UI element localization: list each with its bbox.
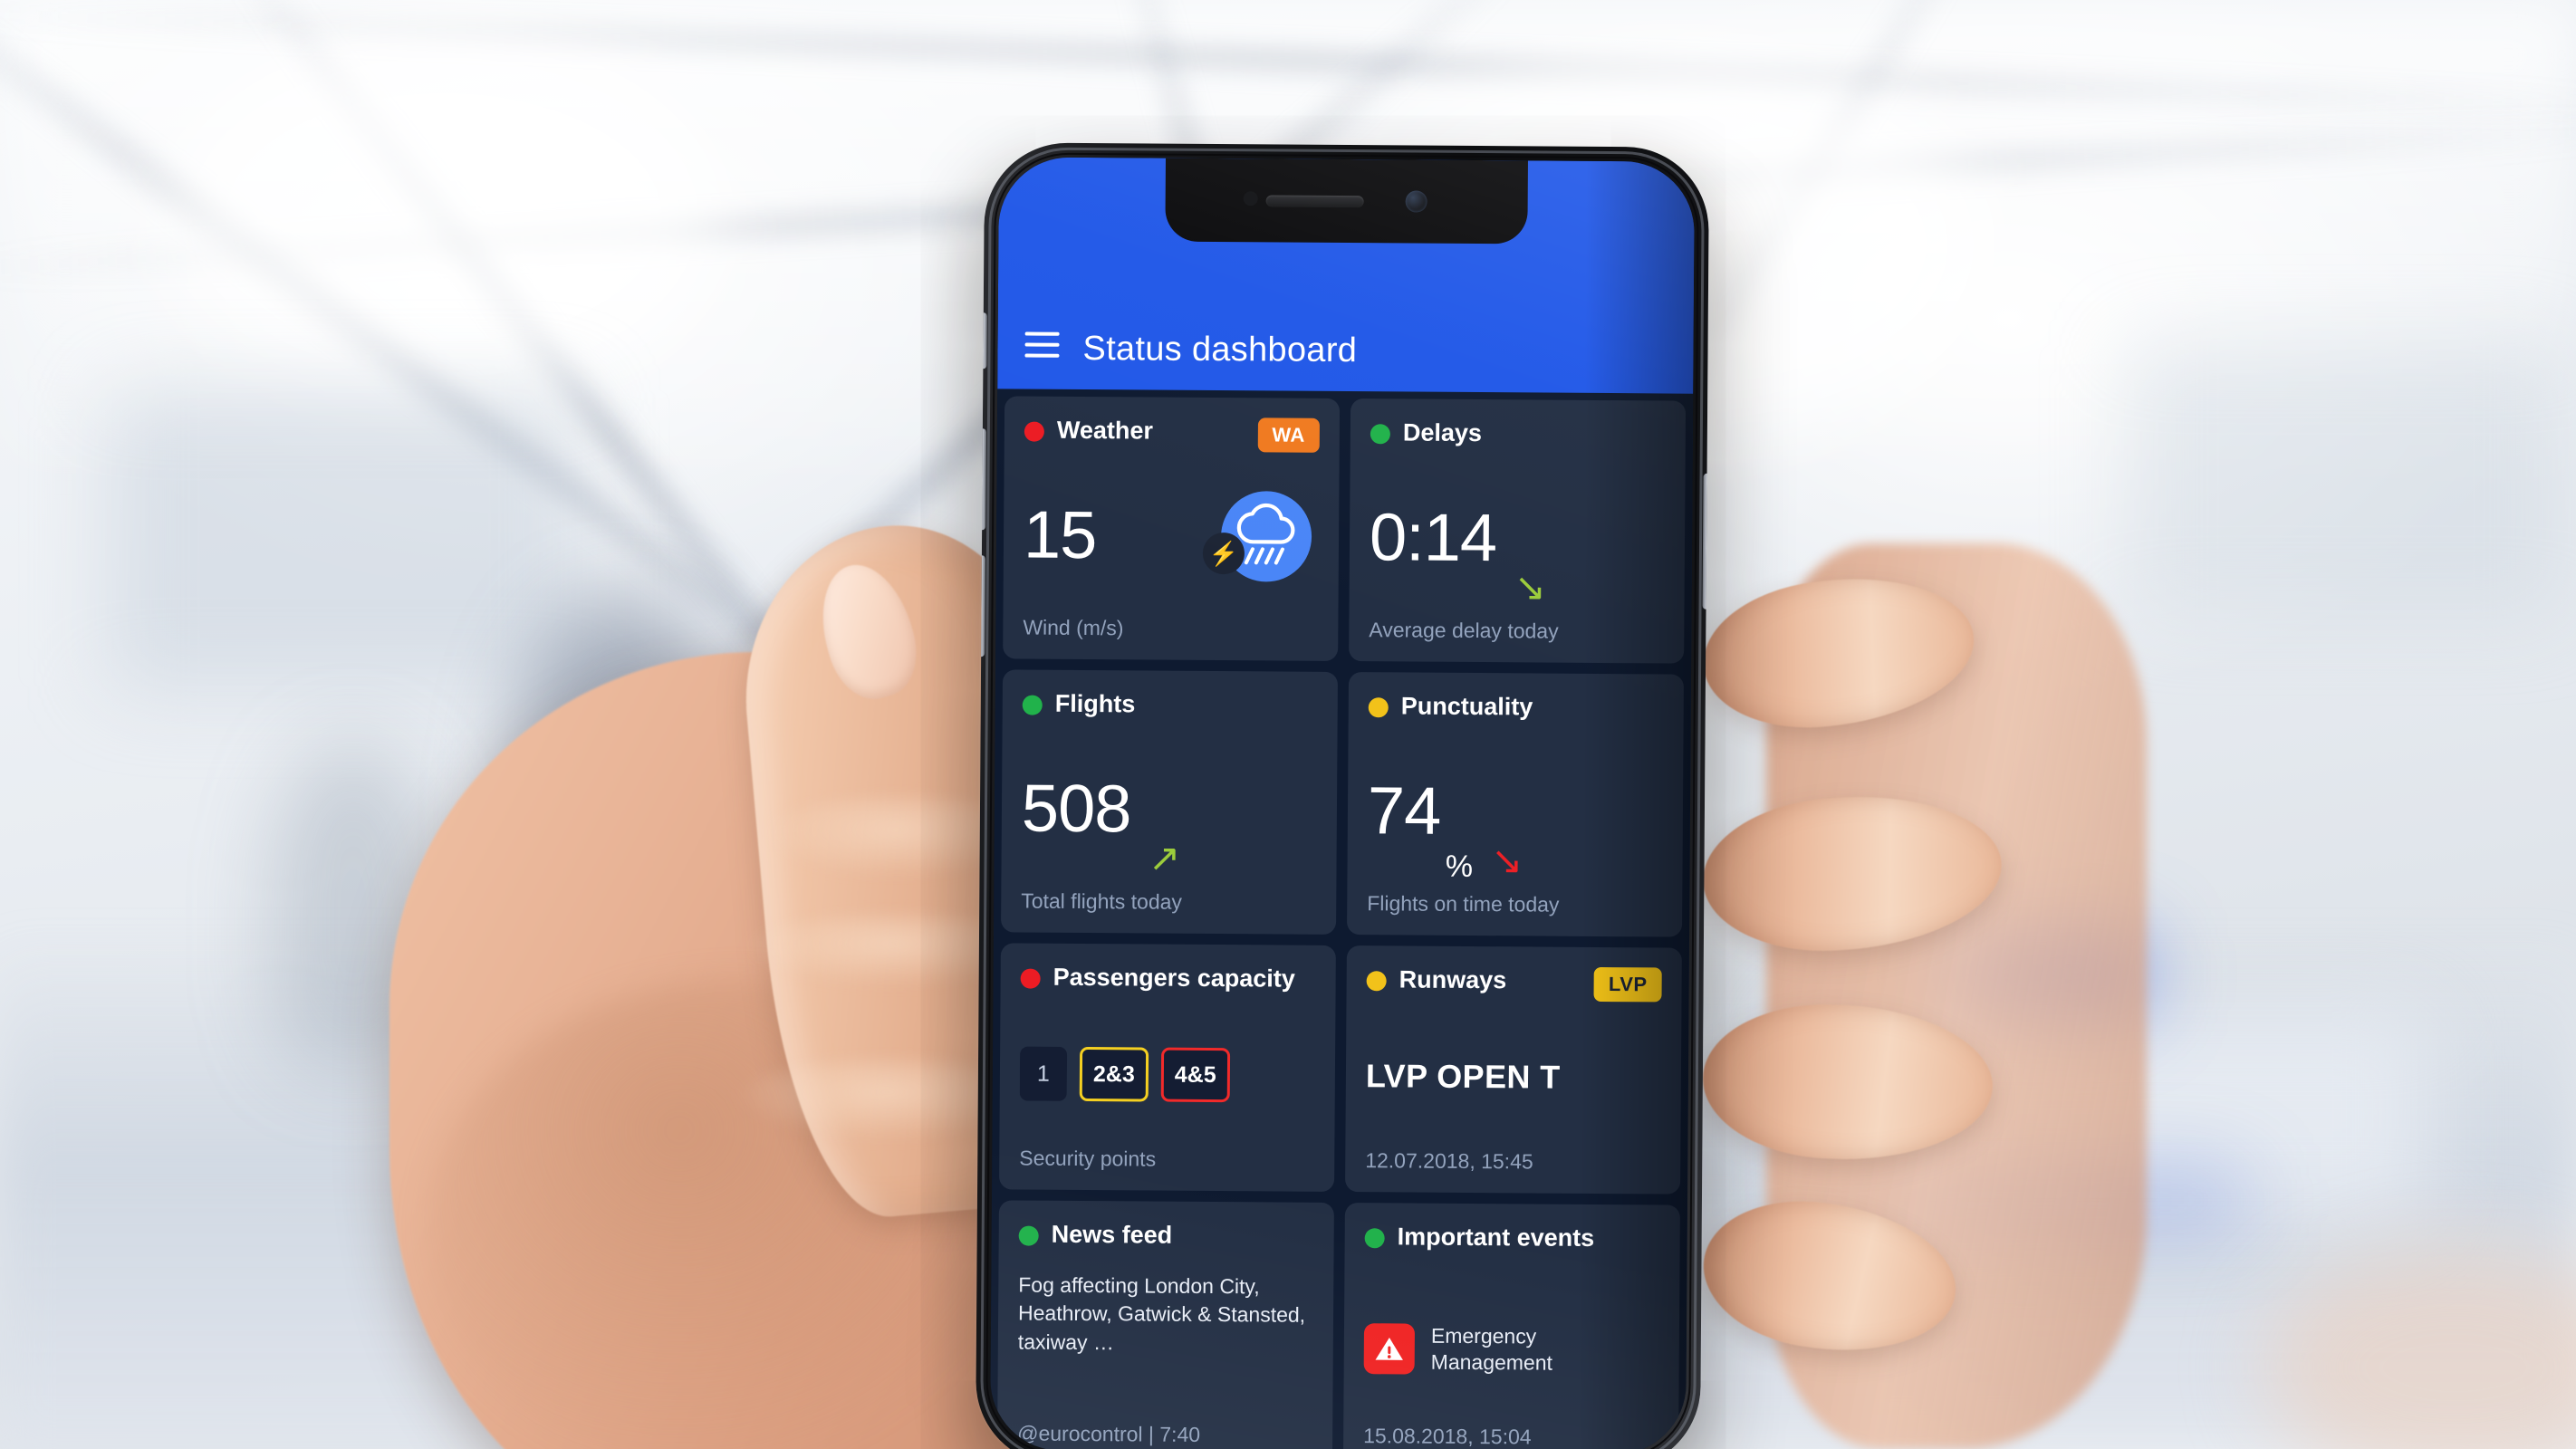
hamburger-menu-icon[interactable] bbox=[1024, 331, 1060, 358]
security-chip-4-5[interactable]: 4&5 bbox=[1160, 1047, 1230, 1103]
status-dot-yellow bbox=[1366, 971, 1387, 992]
card-footer: Average delay today bbox=[1369, 618, 1559, 644]
card-header: Runways LVP bbox=[1366, 965, 1662, 1005]
flights-value: 508 bbox=[1021, 770, 1131, 847]
trend-arrow-up-icon: ↗ bbox=[1148, 836, 1181, 880]
security-chip-1[interactable]: 1 bbox=[1019, 1046, 1068, 1102]
scene: Status dashboard Weather WA 15 ⚡ Wind (m… bbox=[0, 0, 2576, 1449]
metric-row: 15 ⚡ bbox=[1023, 455, 1319, 619]
punctuality-value: 74 bbox=[1367, 772, 1441, 849]
dashboard-grid: Weather WA 15 ⚡ Wind (m/s) Delays 0:14 ↘… bbox=[990, 389, 1694, 1449]
smartphone-device: Status dashboard Weather WA 15 ⚡ Wind (m… bbox=[975, 142, 1710, 1449]
card-footer: Wind (m/s) bbox=[1023, 615, 1124, 640]
status-dot-red bbox=[1024, 421, 1044, 442]
runway-status-value: LVP OPEN T bbox=[1365, 1057, 1561, 1096]
card-important-events[interactable]: Important events Emergency Management 15… bbox=[1342, 1203, 1680, 1449]
card-flights[interactable]: Flights 508 ↗ Total flights today bbox=[1001, 669, 1339, 935]
rain-cloud-icon: ⚡ bbox=[1202, 491, 1312, 582]
delays-value: 0:14 bbox=[1369, 499, 1497, 576]
status-dot-green bbox=[1364, 1228, 1385, 1249]
card-header: News feed bbox=[1018, 1220, 1314, 1261]
card-runways[interactable]: Runways LVP LVP OPEN T 12.07.2018, 15:45 bbox=[1345, 945, 1682, 1195]
warning-triangle-icon bbox=[1363, 1323, 1416, 1375]
terminal-panel bbox=[2129, 344, 2563, 616]
status-dot-red bbox=[1020, 968, 1041, 989]
badge-weather-advisory[interactable]: WA bbox=[1257, 417, 1320, 453]
metric-row: 74 % ↘ bbox=[1367, 730, 1663, 894]
card-title: Punctuality bbox=[1400, 692, 1533, 721]
status-dot-green bbox=[1018, 1225, 1039, 1246]
card-title: Important events bbox=[1397, 1223, 1595, 1252]
card-title: Runways bbox=[1399, 965, 1507, 994]
card-header: Punctuality bbox=[1368, 692, 1664, 732]
card-title: News feed bbox=[1051, 1220, 1173, 1249]
event-label: Emergency Management bbox=[1430, 1323, 1553, 1375]
phone-screen: Status dashboard Weather WA 15 ⚡ Wind (m… bbox=[990, 157, 1695, 1449]
card-news-feed[interactable]: News feed Fog affecting London City, Hea… bbox=[996, 1200, 1334, 1449]
card-footer: Total flights today bbox=[1021, 888, 1183, 915]
metric-row: 0:14 ↘ bbox=[1369, 456, 1665, 620]
proximity-sensor-icon bbox=[1243, 191, 1258, 206]
window-glow bbox=[163, 36, 725, 398]
trend-arrow-down-icon: ↘ bbox=[1514, 565, 1547, 609]
card-footer: Flights on time today bbox=[1367, 891, 1560, 917]
front-camera-icon bbox=[1405, 190, 1427, 213]
card-passengers-capacity[interactable]: Passengers capacity 1 2&3 4&5 Security p… bbox=[999, 943, 1336, 1192]
card-delays[interactable]: Delays 0:14 ↘ Average delay today bbox=[1349, 398, 1687, 664]
security-point-chips: 1 2&3 4&5 bbox=[1019, 1002, 1315, 1149]
card-title: Weather bbox=[1056, 416, 1154, 445]
card-header: Flights bbox=[1022, 689, 1318, 730]
earpiece-speaker bbox=[1265, 194, 1364, 207]
card-footer: @eurocontrol | 7:40 bbox=[1017, 1421, 1201, 1447]
card-title: Flights bbox=[1054, 689, 1136, 718]
news-feed-body: Fog affecting London City, Heathrow, Gat… bbox=[1017, 1272, 1306, 1354]
event-list-item[interactable]: Emergency Management bbox=[1363, 1261, 1659, 1426]
badge-lvp[interactable]: LVP bbox=[1593, 966, 1662, 1003]
card-header: Passengers capacity bbox=[1020, 964, 1315, 1003]
trend-arrow-down-icon: ↘ bbox=[1490, 839, 1523, 882]
card-title: Passengers capacity bbox=[1053, 963, 1295, 993]
weather-wind-value: 15 bbox=[1023, 496, 1097, 573]
card-header: Important events bbox=[1364, 1223, 1659, 1262]
card-footer: 12.07.2018, 15:45 bbox=[1365, 1148, 1533, 1174]
terminal-panel bbox=[109, 389, 580, 688]
device-notch bbox=[1165, 158, 1528, 245]
card-weather[interactable]: Weather WA 15 ⚡ Wind (m/s) bbox=[1003, 396, 1341, 661]
card-header: Weather WA bbox=[1024, 417, 1320, 456]
page-title: Status dashboard bbox=[1082, 329, 1358, 370]
punctuality-unit: % bbox=[1445, 849, 1474, 885]
card-footer: 15.08.2018, 15:04 bbox=[1363, 1424, 1532, 1449]
status-dot-green bbox=[1022, 695, 1043, 715]
status-dot-green bbox=[1370, 424, 1390, 445]
card-title: Delays bbox=[1402, 418, 1483, 447]
card-punctuality[interactable]: Punctuality 74 % ↘ Flights on time today bbox=[1347, 672, 1685, 937]
security-chip-2-3[interactable]: 2&3 bbox=[1079, 1047, 1149, 1102]
status-dot-yellow bbox=[1368, 697, 1389, 718]
card-footer: Security points bbox=[1019, 1146, 1157, 1171]
card-header: Delays bbox=[1370, 418, 1666, 458]
metric-row: 508 ↗ bbox=[1021, 728, 1317, 892]
